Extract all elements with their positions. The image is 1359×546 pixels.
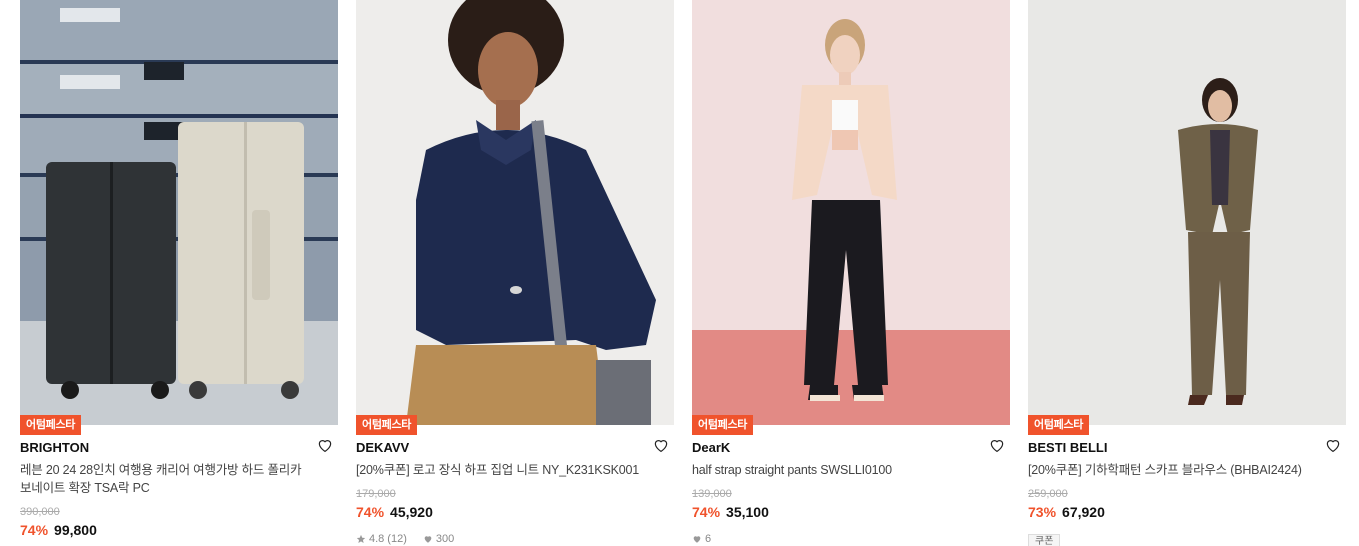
product-card[interactable]: 어텀페스타 DearK half strap straight pants SW… bbox=[692, 0, 1010, 546]
original-price: 139,000 bbox=[692, 488, 732, 500]
product-card[interactable]: 어텀페스타 BESTI BELLI [20%쿠폰] 기하학패턴 스카프 블라우스… bbox=[1028, 0, 1346, 546]
product-card[interactable]: 어텀페스타 DEKAVV [20%쿠폰] 로고 장식 하프 집업 니트 NY_K… bbox=[356, 0, 674, 546]
sale-price: 67,920 bbox=[1062, 504, 1105, 520]
original-price: 259,000 bbox=[1028, 488, 1068, 500]
heart-outline-icon bbox=[654, 440, 668, 453]
rating-value: 4.8 bbox=[369, 533, 385, 545]
like-count: 6 bbox=[705, 533, 712, 545]
review-count: (12) bbox=[387, 533, 407, 545]
heart-outline-icon bbox=[990, 440, 1004, 453]
discount-rate: 74% bbox=[356, 504, 385, 520]
product-grid: 어텀페스타 BRIGHTON 레븐 20 24 28인치 여행용 캐리어 여행가… bbox=[20, 0, 1346, 546]
product-photo bbox=[692, 0, 1010, 425]
product-name[interactable]: [20%쿠폰] 로고 장식 하프 집업 니트 NY_K231KSK001 bbox=[356, 461, 646, 479]
product-image-suitcases[interactable] bbox=[20, 0, 338, 425]
product-name[interactable]: half strap straight pants SWSLLI0100 bbox=[692, 461, 982, 479]
promo-badge: 어텀페스타 bbox=[692, 415, 754, 435]
promo-badge: 어텀페스타 bbox=[1028, 415, 1090, 435]
heart-filled-icon bbox=[424, 536, 432, 543]
discount-rate: 74% bbox=[692, 504, 721, 520]
product-name[interactable]: 레븐 20 24 28인치 여행용 캐리어 여행가방 하드 폴리카보네이트 확장… bbox=[20, 461, 310, 497]
price-row: 74% 99,800 bbox=[20, 521, 97, 539]
heart-outline-icon bbox=[318, 440, 332, 453]
product-photo bbox=[1028, 0, 1346, 425]
coupon-tag: 쿠폰 bbox=[1028, 534, 1061, 546]
product-photo bbox=[356, 0, 674, 425]
like-button[interactable] bbox=[988, 436, 1008, 456]
star-icon bbox=[356, 534, 366, 543]
sale-price: 35,100 bbox=[726, 504, 769, 520]
brand-name[interactable]: DEKAVV bbox=[356, 440, 409, 456]
product-image-knit[interactable] bbox=[356, 0, 674, 425]
original-price: 390,000 bbox=[20, 506, 60, 518]
promo-badge: 어텀페스타 bbox=[20, 415, 82, 435]
brand-name[interactable]: BRIGHTON bbox=[20, 440, 89, 456]
product-name[interactable]: [20%쿠폰] 기하학패턴 스카프 블라우스 (BHBAI2424) bbox=[1028, 461, 1318, 479]
product-image-pants[interactable] bbox=[692, 0, 1010, 425]
promo-badge: 어텀페스타 bbox=[356, 415, 418, 435]
product-card[interactable]: 어텀페스타 BRIGHTON 레븐 20 24 28인치 여행용 캐리어 여행가… bbox=[20, 0, 338, 546]
heart-filled-icon bbox=[693, 536, 701, 543]
product-image-suit[interactable] bbox=[1028, 0, 1346, 425]
sale-price: 99,800 bbox=[54, 522, 97, 538]
like-button[interactable] bbox=[1324, 436, 1344, 456]
heart-outline-icon bbox=[1326, 440, 1340, 453]
product-photo bbox=[20, 0, 338, 425]
like-button[interactable] bbox=[316, 436, 336, 456]
like-button[interactable] bbox=[652, 436, 672, 456]
like-count: 300 bbox=[435, 533, 455, 545]
price-row: 74% 45,920 bbox=[356, 503, 433, 521]
brand-name[interactable]: DearK bbox=[692, 440, 730, 456]
product-stats: 4.8 (12) 300 bbox=[356, 532, 454, 546]
price-row: 73% 67,920 bbox=[1028, 503, 1105, 521]
discount-rate: 73% bbox=[1028, 504, 1057, 520]
sale-price: 45,920 bbox=[390, 504, 433, 520]
discount-rate: 74% bbox=[20, 522, 49, 538]
price-row: 74% 35,100 bbox=[692, 503, 769, 521]
brand-name[interactable]: BESTI BELLI bbox=[1028, 440, 1107, 456]
product-stats: 6 bbox=[692, 532, 711, 546]
original-price: 179,000 bbox=[356, 488, 396, 500]
